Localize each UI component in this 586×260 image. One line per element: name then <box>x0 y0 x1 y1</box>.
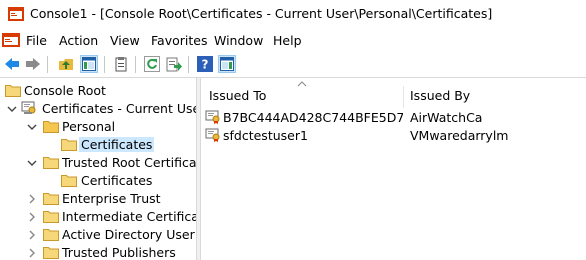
folder-open-icon <box>43 121 59 133</box>
window-title: Console1 - [Console Root\Certificates - … <box>30 6 493 21</box>
chevron-down-icon[interactable] <box>26 157 38 169</box>
svg-text:?: ? <box>202 58 209 72</box>
column-header-issued-to[interactable]: Issued To <box>209 88 266 103</box>
chevron-right-icon[interactable] <box>26 247 38 259</box>
back-icon <box>5 58 19 70</box>
cell-issued-by: AirWatchCa <box>410 110 483 125</box>
tree-item-label: Intermediate Certification <box>62 209 196 224</box>
tree-item-label: Certificates <box>81 173 153 188</box>
tree-item-label: Certificates - Current User <box>42 101 196 116</box>
tree-item-console-root[interactable]: Console Root <box>0 82 196 100</box>
folder-icon <box>61 139 77 151</box>
menu-view[interactable]: View <box>110 33 140 48</box>
tree-item-label: Enterprise Trust <box>62 191 161 206</box>
menu-window[interactable]: Window <box>214 33 263 48</box>
tree-item-trusted-root-certificates[interactable]: Certificates <box>0 172 196 190</box>
menu-help[interactable]: Help <box>273 33 302 48</box>
folder-icon <box>43 157 59 169</box>
refresh-icon <box>144 56 160 72</box>
tree-item-label: Console Root <box>24 83 106 98</box>
menu-favorites[interactable]: Favorites <box>151 33 207 48</box>
tree-item-personal-certificates[interactable]: Certificates <box>0 136 196 154</box>
tree-item-enterprise-trust[interactable]: Enterprise Trust <box>0 190 196 208</box>
tree-item-label: Trusted Root Certification <box>62 155 196 170</box>
chevron-down-icon[interactable] <box>26 121 38 133</box>
tree-item-trusted-publishers[interactable]: Trusted Publishers <box>0 244 196 260</box>
tree-item-certificates-current-user[interactable]: Certificates - Current User <box>0 100 196 118</box>
properties-button[interactable] <box>112 55 130 73</box>
column-separator[interactable] <box>403 86 404 108</box>
up-one-level-button[interactable] <box>57 55 75 73</box>
export-list-button[interactable] <box>165 55 183 73</box>
tree-item-intermediate-certification[interactable]: Intermediate Certification <box>0 208 196 226</box>
toolbar-separator <box>104 56 105 73</box>
certificate-icon <box>205 110 220 124</box>
export-list-icon <box>166 57 182 72</box>
folder-icon <box>43 193 59 205</box>
certificates-snapin-icon <box>21 101 36 114</box>
list-item[interactable]: B7BC444AD428C744BFE5D7C03... AirWatchCa <box>205 108 585 126</box>
cell-issued-to: sfdctestuser1 <box>223 128 308 143</box>
toolbar-separator <box>47 56 48 73</box>
console-tree: Console Root Certificates - Current User… <box>0 78 196 260</box>
folder-icon <box>61 175 77 187</box>
show-hide-tree-button[interactable] <box>80 55 98 73</box>
properties-icon <box>115 57 127 72</box>
cell-issued-by: VMwaredarrylm <box>410 128 509 143</box>
title-bar: Console1 - [Console Root\Certificates - … <box>0 0 586 28</box>
certificate-icon <box>205 128 220 142</box>
show-hide-action-pane-icon <box>220 57 234 71</box>
tree-item-label: Personal <box>62 119 116 134</box>
forward-button[interactable] <box>24 55 42 73</box>
chevron-right-icon[interactable] <box>26 229 38 241</box>
cell-issued-to: B7BC444AD428C744BFE5D7C03... <box>223 110 403 125</box>
folder-icon <box>5 85 21 97</box>
system-menu-icon[interactable] <box>2 32 20 48</box>
tree-item-label: Active Directory User Obj <box>62 227 196 242</box>
sort-ascending-icon <box>297 81 307 87</box>
help-button[interactable]: ? <box>196 55 214 73</box>
toolbar: ? <box>0 52 586 78</box>
chevron-right-icon[interactable] <box>26 193 38 205</box>
chevron-right-icon[interactable] <box>26 211 38 223</box>
toolbar-separator <box>188 56 189 73</box>
folder-icon <box>43 211 59 223</box>
chevron-down-icon[interactable] <box>6 103 18 115</box>
show-hide-action-pane-button[interactable] <box>218 55 236 73</box>
tree-item-label: Certificates <box>79 137 155 152</box>
menu-file[interactable]: File <box>26 33 47 48</box>
up-folder-icon <box>59 59 73 70</box>
tree-item-personal[interactable]: Personal <box>0 118 196 136</box>
forward-icon <box>26 58 40 70</box>
refresh-button[interactable] <box>143 55 161 73</box>
help-icon: ? <box>197 56 213 72</box>
menu-bar: File Action View Favorites Window Help <box>0 28 586 52</box>
list-item[interactable]: sfdctestuser1 VMwaredarrylm <box>205 126 585 144</box>
toolbar-separator <box>135 56 136 73</box>
tree-item-label: Trusted Publishers <box>62 245 176 260</box>
folder-icon <box>43 229 59 241</box>
tree-item-active-directory-user-object[interactable]: Active Directory User Obj <box>0 226 196 244</box>
tree-item-trusted-root[interactable]: Trusted Root Certification <box>0 154 196 172</box>
column-header-issued-by[interactable]: Issued By <box>410 88 470 103</box>
show-hide-tree-icon <box>82 57 96 71</box>
back-button[interactable] <box>3 55 21 73</box>
menu-action[interactable]: Action <box>59 33 98 48</box>
mmc-app-icon <box>8 7 24 21</box>
results-list: Issued To Issued By B7BC444AD428C744BFE5… <box>201 78 586 260</box>
folder-icon <box>43 247 59 259</box>
